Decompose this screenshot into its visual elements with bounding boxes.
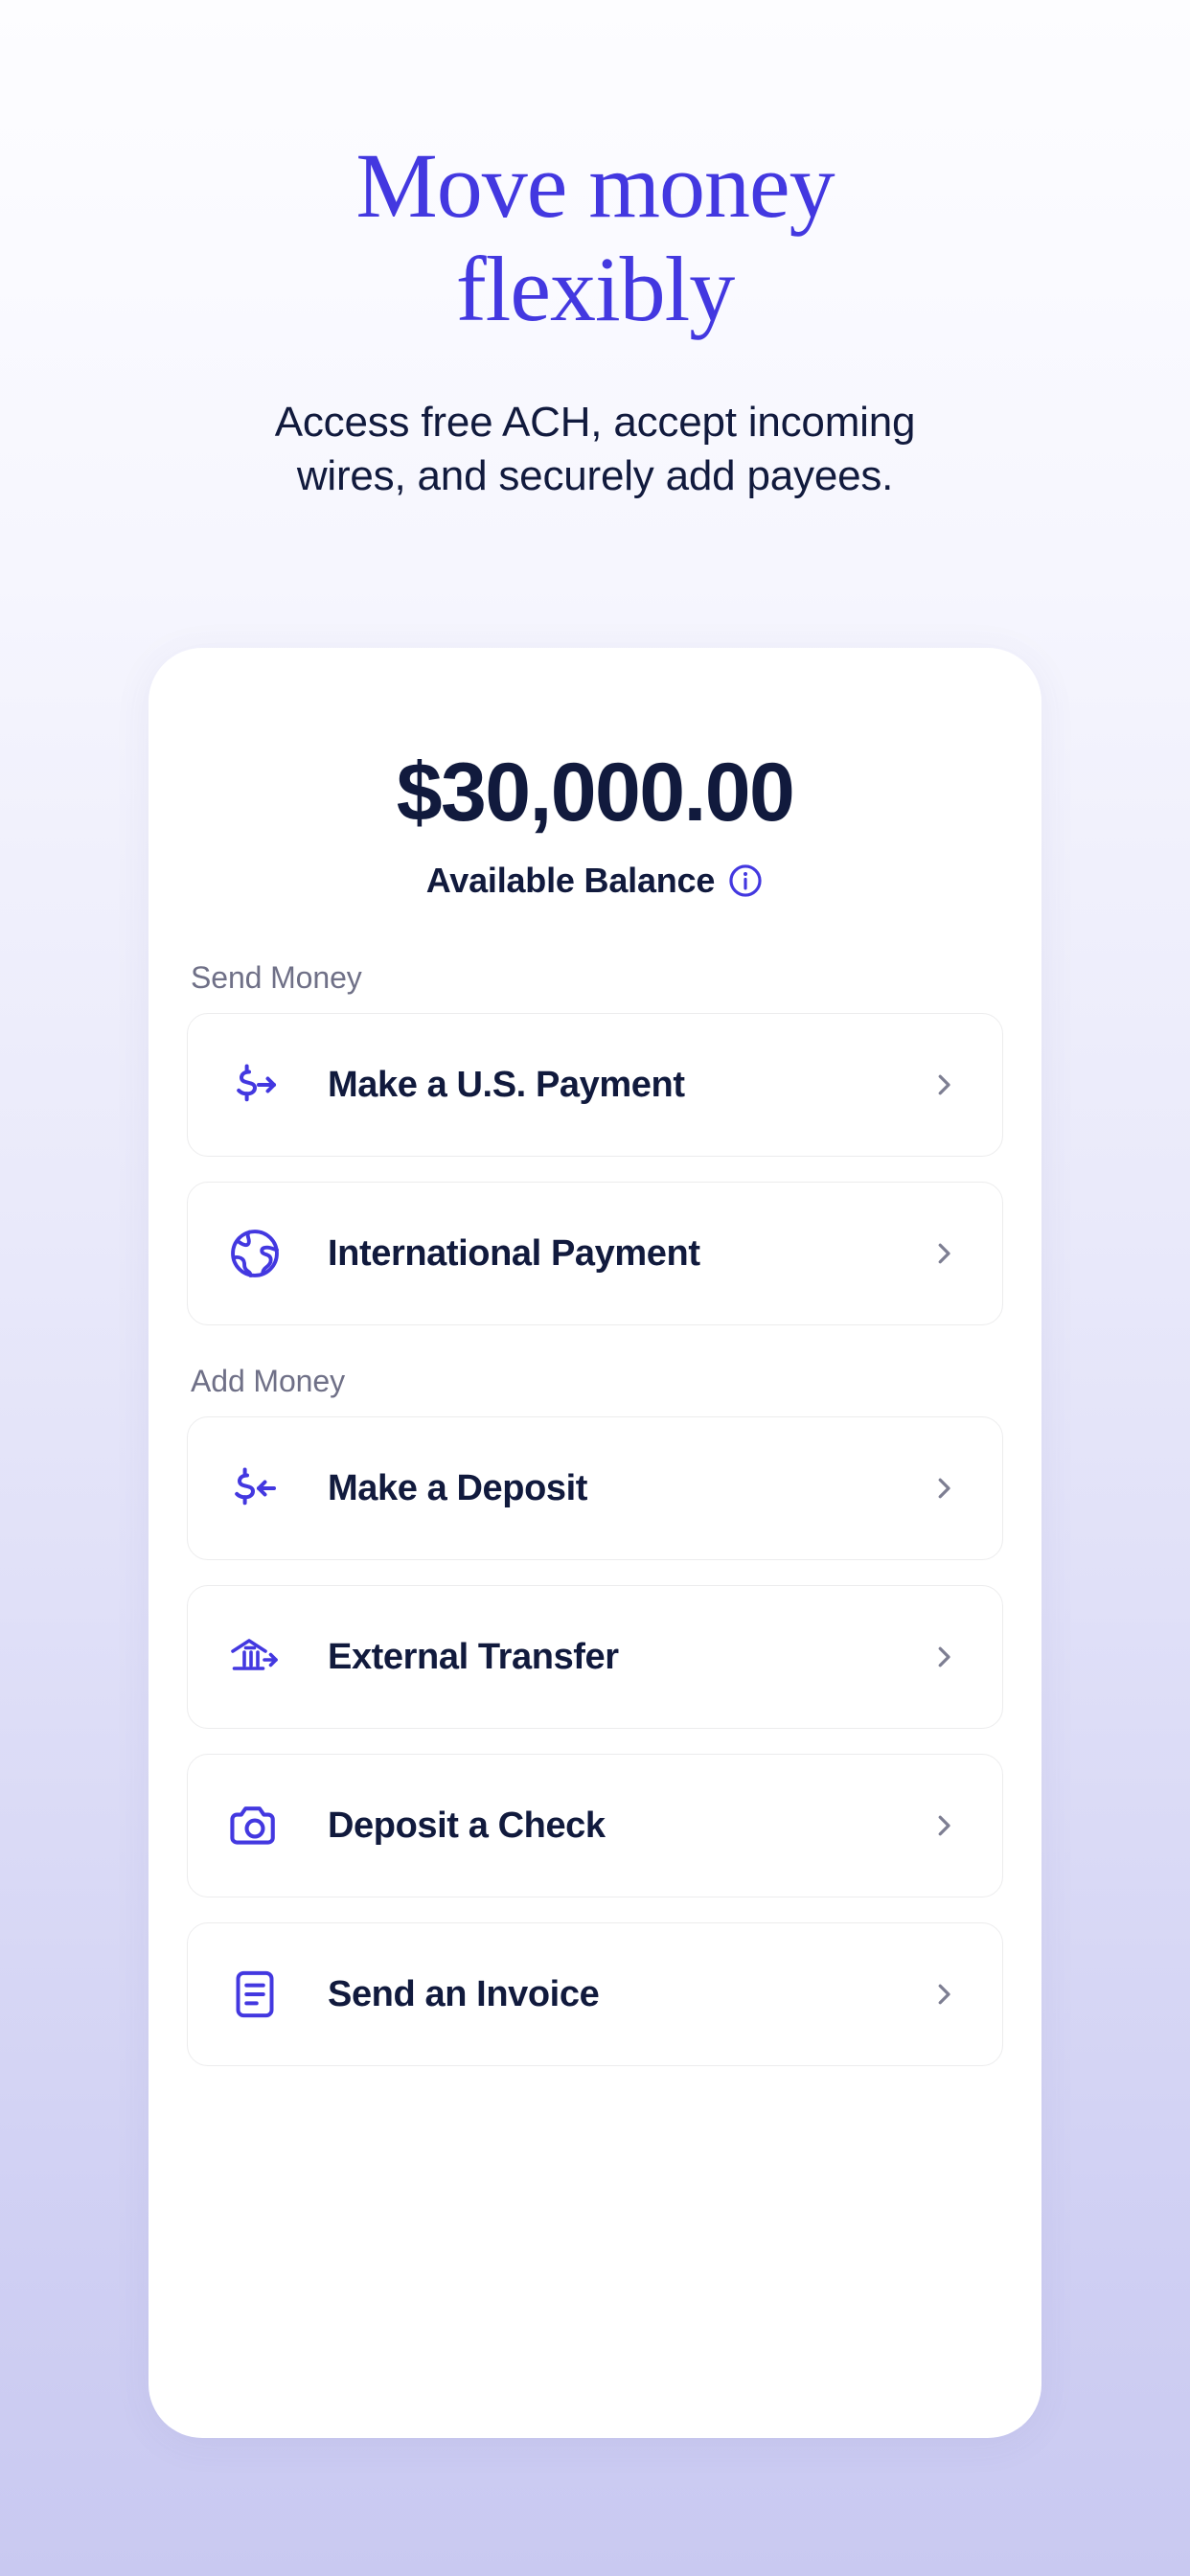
page-title-line-1: Move money <box>355 134 835 237</box>
row-label: Make a U.S. Payment <box>328 1064 685 1105</box>
page-subtitle-line-2: wires, and securely add payees. <box>296 452 894 500</box>
row-label: Deposit a Check <box>328 1805 606 1846</box>
dollar-arrow-right-icon <box>224 1054 286 1116</box>
page-title: Move money flexibly <box>0 134 1190 340</box>
info-circle-icon[interactable] <box>727 862 764 899</box>
dollar-arrow-left-icon <box>224 1458 286 1519</box>
page-title-line-2: flexibly <box>455 237 736 340</box>
chevron-right-icon <box>938 1074 950 1095</box>
available-balance-label-row: Available Balance <box>149 861 1041 901</box>
camera-icon <box>224 1795 286 1856</box>
chevron-right-icon <box>938 1243 950 1264</box>
hero-section: Move money flexibly Access free ACH, acc… <box>0 0 1190 504</box>
chevron-right-icon <box>938 1815 950 1836</box>
row-make-a-us-payment[interactable]: Make a U.S. Payment <box>187 1013 1003 1157</box>
row-international-payment[interactable]: International Payment <box>187 1182 1003 1325</box>
section-add-money: Add Money Make a Deposit External Transf… <box>187 1364 1003 2066</box>
action-sections: Send Money Make a U.S. Payment Internati… <box>149 960 1041 2066</box>
phone-mockup-card: $30,000.00 Available Balance Send Money <box>149 648 1041 2438</box>
available-balance-amount: $30,000.00 <box>396 747 795 839</box>
row-label: Make a Deposit <box>328 1467 588 1508</box>
invoice-document-icon <box>224 1964 286 2025</box>
row-label: Send an Invoice <box>328 1973 600 2014</box>
section-send-money: Send Money Make a U.S. Payment Internati… <box>187 960 1003 1325</box>
chevron-right-icon <box>938 1646 950 1668</box>
page-subtitle: Access free ACH, accept incoming wires, … <box>0 396 1190 504</box>
chevron-right-icon <box>938 1478 950 1499</box>
available-balance-label: Available Balance <box>425 861 716 900</box>
marketing-screen: Move money flexibly Access free ACH, acc… <box>0 0 1190 2576</box>
row-send-an-invoice[interactable]: Send an Invoice <box>187 1922 1003 2066</box>
section-header-add-money: Add Money <box>191 1364 345 1398</box>
section-header-send-money: Send Money <box>191 960 362 995</box>
row-deposit-a-check[interactable]: Deposit a Check <box>187 1754 1003 1898</box>
page-subtitle-line-1: Access free ACH, accept incoming <box>274 399 916 447</box>
row-label: External Transfer <box>328 1636 619 1677</box>
globe-icon <box>224 1223 286 1284</box>
bank-arrow-right-icon <box>224 1626 286 1688</box>
row-external-transfer[interactable]: External Transfer <box>187 1585 1003 1729</box>
chevron-right-icon <box>938 1984 950 2005</box>
row-make-a-deposit[interactable]: Make a Deposit <box>187 1416 1003 1560</box>
row-label: International Payment <box>328 1232 700 1274</box>
balance-section: $30,000.00 Available Balance <box>149 648 1041 901</box>
